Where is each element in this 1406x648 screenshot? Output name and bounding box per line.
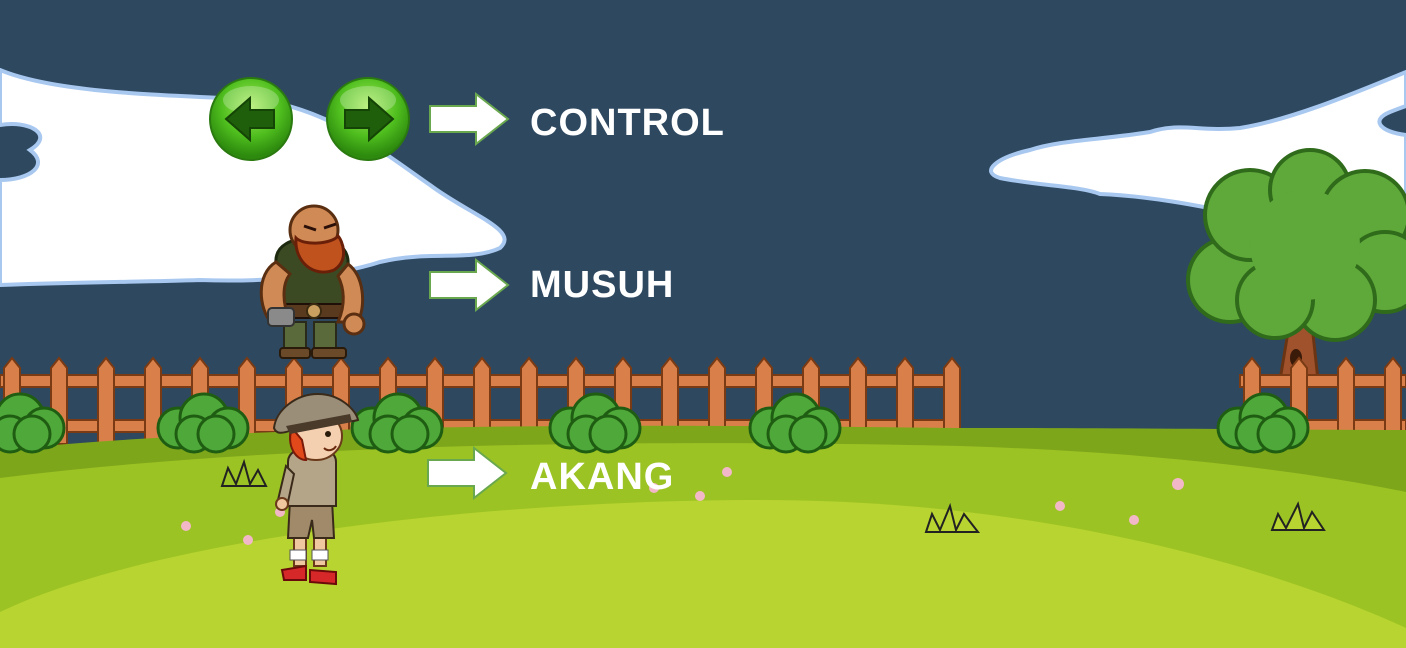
enemy-label: MUSUH <box>530 264 675 306</box>
pointer-arrow-icon <box>428 258 510 312</box>
pointer-arrow-icon <box>428 92 510 146</box>
control-label: CONTROL <box>530 102 725 144</box>
player-character <box>266 390 362 586</box>
move-right-button[interactable] <box>325 76 411 162</box>
arrow-left-icon <box>209 77 293 161</box>
player-label: AKANG <box>530 456 675 498</box>
pointer-arrow-icon <box>426 446 508 500</box>
move-left-button[interactable] <box>208 76 294 162</box>
grass <box>0 425 1406 648</box>
arrow-right-icon <box>326 77 410 161</box>
enemy-character <box>254 204 368 362</box>
